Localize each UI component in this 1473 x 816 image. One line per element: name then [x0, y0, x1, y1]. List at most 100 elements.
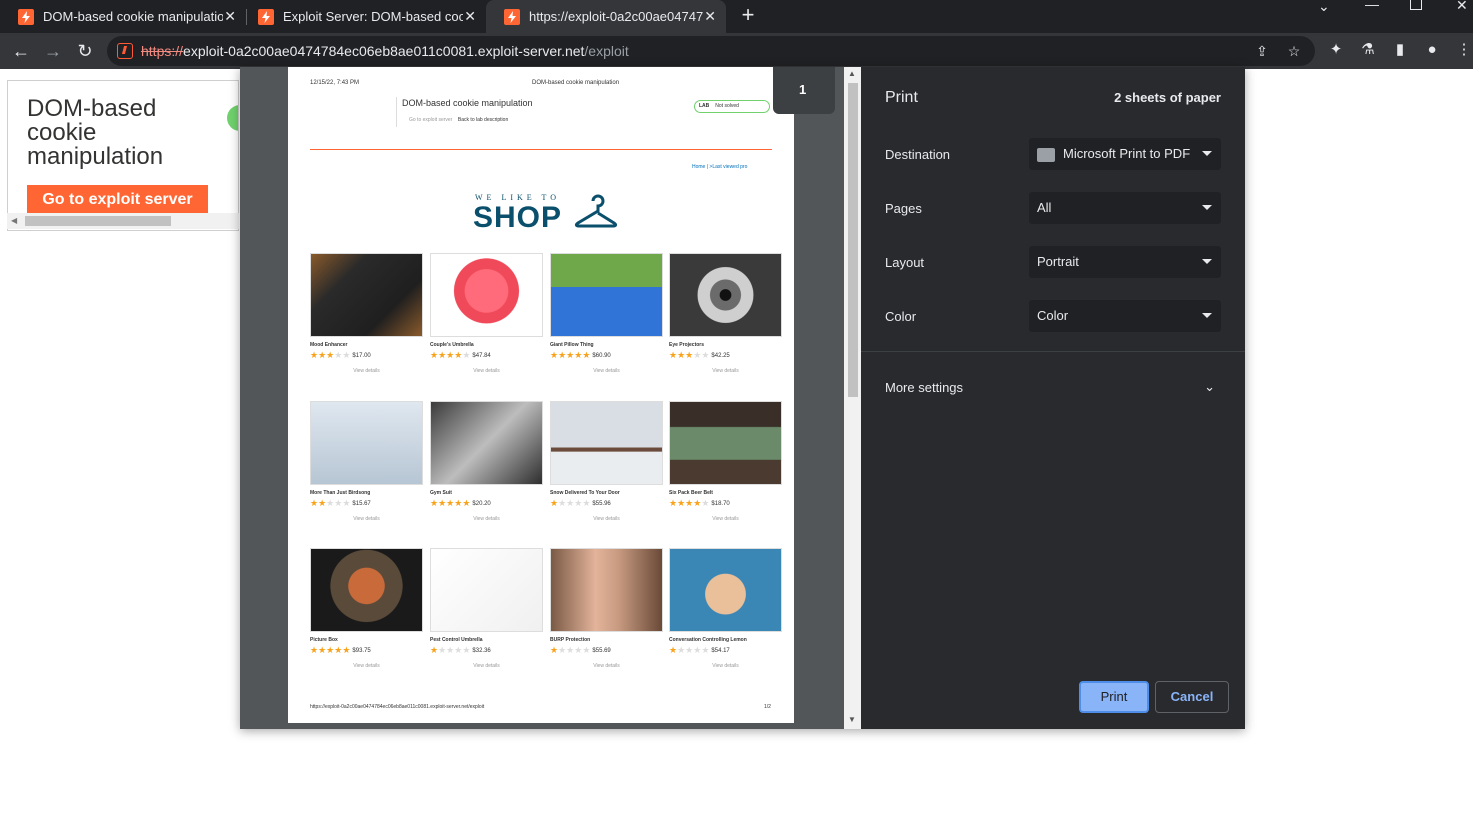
minimize-icon[interactable]: — [1365, 0, 1379, 12]
maximize-icon[interactable] [1410, 0, 1422, 10]
tab-exploit-page[interactable]: https://exploit-0a2c00ae0474784 ✕ [486, 0, 726, 33]
star-icon: ★ [669, 645, 678, 655]
scroll-left-icon[interactable]: ◀ [11, 216, 17, 225]
close-window-icon[interactable]: ✕ [1456, 0, 1468, 13]
menu-kebab-icon[interactable]: ⋮ [1454, 40, 1473, 60]
star-icon: ★ [558, 350, 567, 360]
color-select[interactable]: Color [1029, 300, 1221, 332]
view-details-link[interactable]: View details [430, 516, 543, 522]
product-rating: ★★★★★ $47.84 [430, 350, 543, 361]
view-details-link[interactable]: View details [669, 368, 782, 374]
new-tab-button[interactable]: + [737, 4, 759, 28]
tab-search-icon[interactable]: ⌄ [1318, 0, 1330, 14]
star-icon: ★ [669, 498, 678, 508]
product-price: $42.25 [711, 353, 730, 359]
product-card: Giant Pillow Thing ★★★★★ $60.90 View detail… [550, 253, 663, 374]
dropdown-arrow-icon [1202, 205, 1212, 210]
product-price: $93.75 [352, 648, 371, 654]
share-icon[interactable]: ⇪ [1253, 42, 1271, 60]
star-icon: ★ [677, 645, 686, 655]
view-details-link[interactable]: View details [550, 663, 663, 669]
product-image [550, 548, 663, 632]
address-bar[interactable]: https:// exploit-0a2c00ae0474784ec06eb8a… [107, 36, 1315, 66]
lab-title: DOM-based cookie manipulation [27, 95, 164, 170]
view-details-link[interactable]: View details [430, 368, 543, 374]
star-icon: ★ [677, 498, 686, 508]
view-details-link[interactable]: View details [310, 663, 423, 669]
star-icon: ★ [310, 350, 319, 360]
chevron-down-icon[interactable]: ⌄ [1204, 379, 1215, 395]
product-image [669, 253, 782, 337]
product-image [669, 401, 782, 485]
product-card: Picture Box ★★★★★ $93.75 View details [310, 548, 423, 669]
product-price: $18.70 [711, 501, 730, 507]
tab-title: https://exploit-0a2c00ae0474784 [529, 9, 703, 24]
product-price: $20.20 [472, 501, 491, 507]
pages-label: Pages [885, 201, 922, 216]
scrollbar-thumb[interactable] [848, 83, 858, 397]
view-details-link[interactable]: View details [430, 663, 543, 669]
star-icon: ★ [669, 350, 678, 360]
scrollbar-thumb[interactable] [25, 216, 171, 226]
sheet-badge-status: Not solved [715, 103, 739, 109]
cancel-button[interactable]: Cancel [1155, 681, 1229, 713]
product-name: Gym Suit [430, 490, 452, 496]
scroll-up-icon[interactable]: ▲ [848, 69, 856, 78]
view-details-link[interactable]: View details [669, 663, 782, 669]
close-tab-icon[interactable]: ✕ [704, 8, 716, 25]
star-icon: ★ [310, 498, 319, 508]
reload-icon[interactable]: ↻ [74, 40, 96, 62]
scroll-down-icon[interactable]: ▼ [848, 715, 856, 724]
view-details-link[interactable]: View details [669, 516, 782, 522]
product-name: BURP Protection [550, 637, 591, 643]
product-card: Conversation Controlling Lemon ★★★★★ $54.1… [669, 548, 782, 669]
product-image [430, 401, 543, 485]
url-path: /exploit [584, 43, 629, 59]
bookmark-star-icon[interactable]: ☆ [1285, 42, 1303, 60]
preview-scrollbar[interactable]: ▲ ▼ [844, 67, 861, 729]
more-settings-toggle[interactable]: More settings [885, 380, 963, 395]
product-image [669, 548, 782, 632]
view-details-link[interactable]: View details [310, 368, 423, 374]
go-to-exploit-server-button[interactable]: Go to exploit server [27, 185, 208, 214]
product-rating: ★★★★★ $54.17 [669, 645, 782, 656]
product-rating: ★★★★★ $42.25 [669, 350, 782, 361]
product-name: More Than Just Birdsong [310, 490, 371, 496]
sheet-date: 12/15/22, 7:43 PM [310, 80, 360, 86]
product-name: Mood Enhancer [310, 342, 348, 348]
pages-select[interactable]: All [1029, 192, 1221, 224]
profile-avatar-icon[interactable]: ● [1422, 40, 1442, 60]
color-value: Color [1037, 308, 1069, 323]
print-title: Print [885, 89, 918, 106]
sheet-badge-lab: LAB [699, 103, 710, 109]
sheet-divider [396, 97, 397, 127]
close-tab-icon[interactable]: ✕ [464, 8, 476, 25]
view-details-link[interactable]: View details [550, 516, 663, 522]
preview-sheet: 12/15/22, 7:43 PM DOM-based cookie manip… [288, 67, 794, 723]
horizontal-scrollbar[interactable]: ◀ [7, 213, 239, 229]
not-secure-icon[interactable] [117, 43, 133, 59]
product-name: Conversation Controlling Lemon [669, 637, 747, 643]
destination-label: Destination [885, 147, 951, 162]
sheet-nav: Home | >Last viewed pro [692, 164, 748, 170]
tab-lab[interactable]: DOM-based cookie manipulation ✕ [0, 0, 246, 33]
layout-select[interactable]: Portrait [1029, 246, 1221, 278]
star-icon: ★ [462, 498, 471, 508]
side-panel-icon[interactable]: ▮ [1390, 40, 1410, 60]
product-price: $55.69 [592, 648, 611, 654]
destination-select[interactable]: Microsoft Print to PDF [1029, 138, 1221, 170]
product-rating: ★★★★★ $60.90 [550, 350, 663, 361]
view-details-link[interactable]: View details [310, 516, 423, 522]
close-tab-icon[interactable]: ✕ [224, 8, 236, 25]
labs-flask-icon[interactable]: ⚗ [1358, 40, 1378, 60]
forward-icon[interactable]: → [42, 40, 64, 62]
product-image [310, 253, 423, 337]
tab-exploit-server[interactable]: Exploit Server: DOM-based cooki ✕ [240, 0, 486, 33]
view-details-link[interactable]: View details [550, 368, 663, 374]
star-icon: ★ [582, 350, 591, 360]
print-button[interactable]: Print [1079, 681, 1149, 713]
extensions-icon[interactable]: ✦ [1326, 40, 1346, 60]
star-icon: ★ [318, 498, 327, 508]
star-icon: ★ [701, 645, 710, 655]
back-icon[interactable]: ← [10, 40, 32, 62]
